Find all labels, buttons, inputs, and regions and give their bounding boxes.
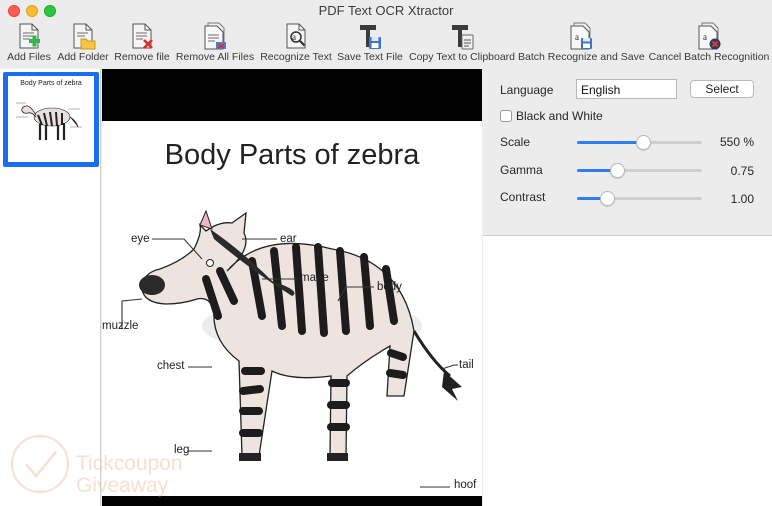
batch-recognize-and-save-icon: a xyxy=(570,22,592,50)
label-body: body xyxy=(377,281,402,293)
recognized-text-area[interactable] xyxy=(483,235,772,506)
add-files-label: Add Files xyxy=(7,51,51,63)
label-muzzle: muzzle xyxy=(102,320,139,332)
scale-slider[interactable] xyxy=(577,135,702,150)
file-thumbnail: Body Parts of zebra xyxy=(8,76,94,162)
title-bar: PDF Text OCR Xtractor xyxy=(0,0,772,22)
window-title: PDF Text OCR Xtractor xyxy=(318,3,454,18)
file-thumbnail-selected[interactable]: Body Parts of zebra xyxy=(3,72,99,167)
scale-slider-fill xyxy=(577,141,643,144)
app-window: PDF Text OCR Xtractor Add Files Add Fold… xyxy=(0,0,772,506)
remove-all-files-button[interactable]: Remove All Files xyxy=(175,20,255,68)
gamma-label: Gamma xyxy=(500,163,543,177)
file-list-pane: Body Parts of zebra xyxy=(0,69,101,506)
contrast-slider-knob[interactable] xyxy=(600,191,615,206)
add-files-button[interactable]: Add Files xyxy=(4,20,54,68)
scale-value: 550 % xyxy=(719,135,754,149)
add-folder-button[interactable]: Add Folder xyxy=(56,20,110,68)
label-chest: chest xyxy=(157,360,185,372)
gamma-value: 0.75 xyxy=(730,164,754,178)
contrast-slider[interactable] xyxy=(577,191,702,206)
black-and-white-label: Black and White xyxy=(516,109,603,123)
black-and-white-checkbox[interactable] xyxy=(500,110,512,122)
svg-text:a: a xyxy=(575,32,579,42)
save-text-file-label: Save Text File xyxy=(337,51,403,63)
scale-slider-knob[interactable] xyxy=(636,135,651,150)
cancel-batch-recognition-button[interactable]: a Cancel Batch Recognition xyxy=(648,20,770,68)
save-text-file-icon xyxy=(360,25,381,49)
copy-text-to-clipboard-button[interactable]: Copy Text to Clipboard xyxy=(407,20,517,68)
cancel-batch-recognition-label: Cancel Batch Recognition xyxy=(648,51,770,63)
add-files-icon xyxy=(19,23,40,49)
language-label: Language xyxy=(500,83,554,97)
batch-recognize-and-save-label: Batch Recognize and Save xyxy=(518,51,645,63)
remove-file-button[interactable]: Remove file xyxy=(112,20,172,68)
label-tail: tail xyxy=(459,359,474,371)
svg-text:a: a xyxy=(703,32,707,42)
toolbar: Add Files Add Folder Remove file Remove … xyxy=(0,20,772,68)
zoom-window-button[interactable] xyxy=(44,5,56,17)
thumbnail-title: Body Parts of zebra xyxy=(20,80,82,87)
ocr-settings-panel: Language English Select Black and White … xyxy=(483,69,772,235)
add-folder-icon xyxy=(73,23,96,50)
scale-label: Scale xyxy=(500,135,531,149)
label-mane: mane xyxy=(300,272,329,284)
contrast-label: Contrast xyxy=(500,190,546,204)
label-ear: ear xyxy=(280,233,297,245)
minimize-window-button[interactable] xyxy=(26,5,38,17)
remove-all-files-icon xyxy=(204,22,226,50)
select-language-button[interactable]: Select xyxy=(690,80,754,98)
document-preview: Body Parts of zebra eye ear mane body mu… xyxy=(102,69,482,506)
copy-text-to-clipboard-icon xyxy=(452,25,474,50)
document-page: Body Parts of zebra eye ear mane body mu… xyxy=(102,121,482,496)
recognize-text-icon: a xyxy=(286,23,306,49)
recognize-text-button[interactable]: a Recognize Text xyxy=(258,20,334,68)
batch-recognize-and-save-button[interactable]: a Batch Recognize and Save xyxy=(518,20,645,68)
copy-text-to-clipboard-label: Copy Text to Clipboard xyxy=(408,51,516,63)
save-text-file-button[interactable]: Save Text File xyxy=(336,20,404,68)
label-leg: leg xyxy=(174,444,190,456)
contrast-value: 1.00 xyxy=(730,192,754,206)
zebra-diagram xyxy=(121,209,462,488)
gamma-slider-knob[interactable] xyxy=(610,163,625,178)
remove-file-icon xyxy=(132,23,153,49)
label-eye: eye xyxy=(131,233,150,245)
label-hoof: hoof xyxy=(454,479,477,491)
recognize-text-label: Recognize Text xyxy=(260,51,332,63)
gamma-slider[interactable] xyxy=(577,163,702,178)
cancel-batch-recognition-icon: a xyxy=(698,22,721,50)
remove-all-files-label: Remove All Files xyxy=(175,51,255,63)
zebra-thumbnail-image xyxy=(16,102,82,140)
remove-file-label: Remove file xyxy=(114,51,170,63)
close-window-button[interactable] xyxy=(8,5,20,17)
add-folder-label: Add Folder xyxy=(57,51,109,63)
language-field[interactable]: English xyxy=(576,79,677,99)
